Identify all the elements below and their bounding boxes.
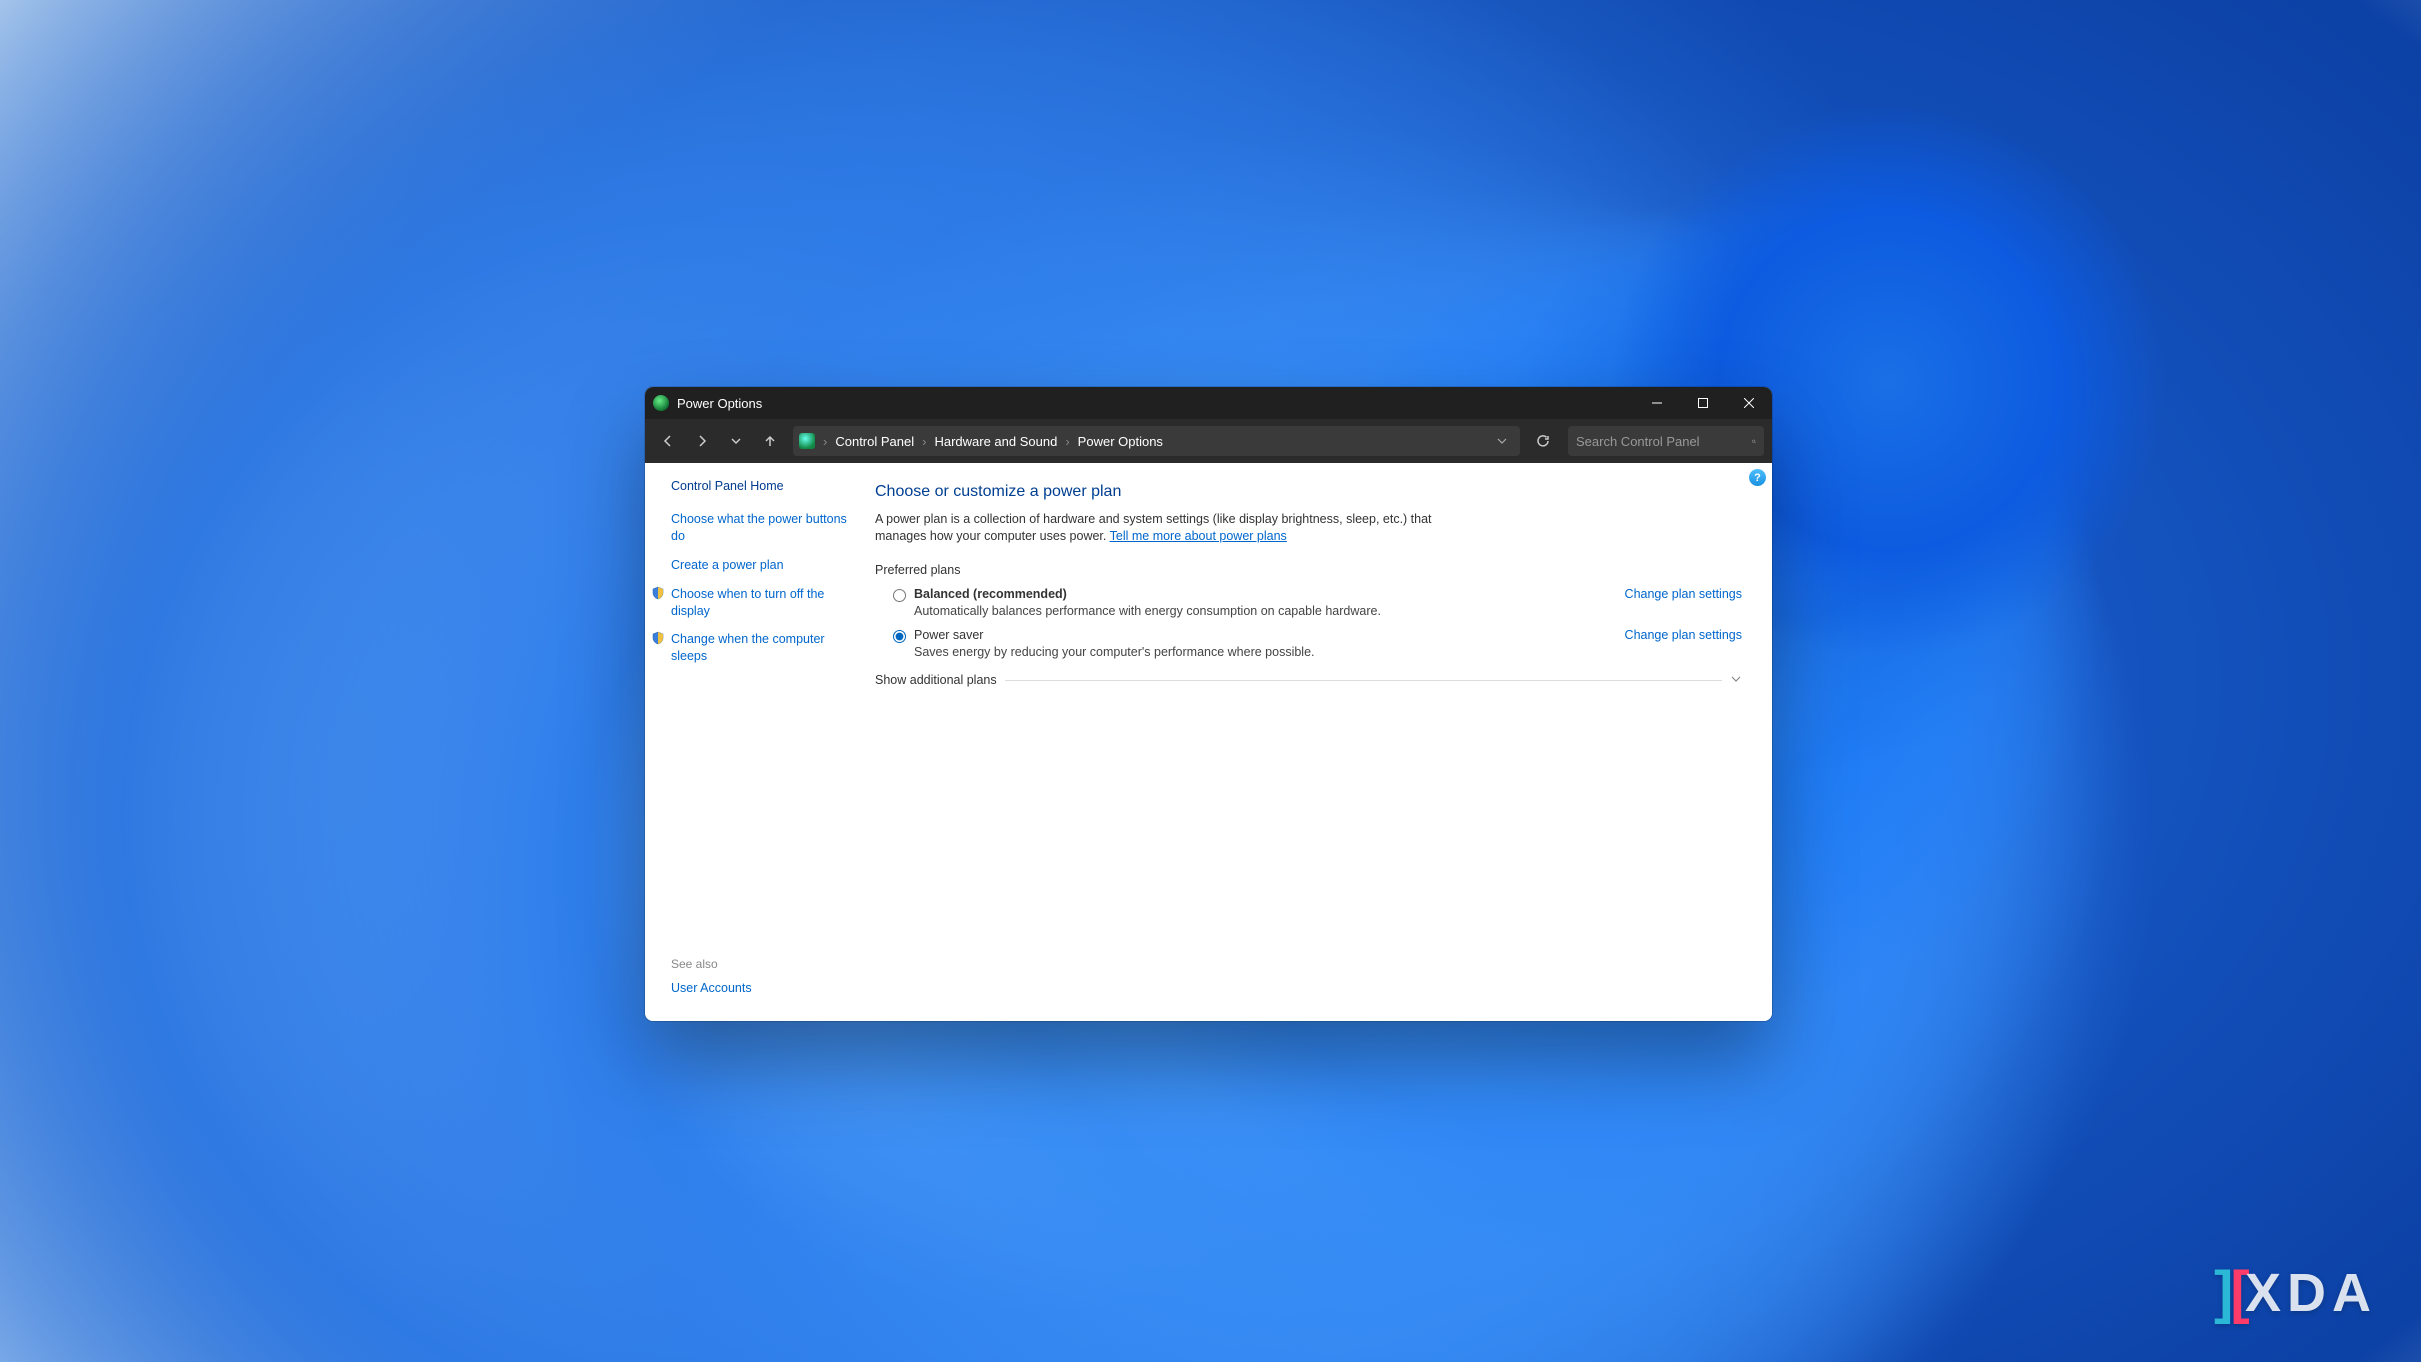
page-description: A power plan is a collection of hardware… (875, 511, 1455, 545)
sidebar-link-label: Create a power plan (671, 557, 784, 574)
sidebar-link-power-buttons[interactable]: Choose what the power buttons do (671, 511, 853, 545)
sidebar-link-computer-sleeps[interactable]: Change when the computer sleeps (671, 631, 853, 665)
control-panel-window: Power Options › Control Panel › (645, 387, 1772, 1021)
xda-watermark: [[ XDA (2230, 1259, 2377, 1326)
address-bar[interactable]: › Control Panel › Hardware and Sound › P… (793, 426, 1520, 456)
window-title: Power Options (677, 396, 762, 411)
expander-label: Show additional plans (875, 673, 997, 687)
titlebar[interactable]: Power Options (645, 387, 1772, 419)
address-dropdown-button[interactable] (1490, 436, 1514, 446)
search-box[interactable] (1568, 426, 1764, 456)
close-button[interactable] (1726, 387, 1772, 419)
sidebar-link-user-accounts[interactable]: User Accounts (671, 981, 853, 995)
preferred-plans-label: Preferred plans (875, 563, 1742, 577)
plan-power-saver: Power saver Saves energy by reducing you… (875, 628, 1742, 659)
sidebar-link-display-off[interactable]: Choose when to turn off the display (671, 586, 853, 620)
content-area: Control Panel Home Choose what the power… (645, 463, 1772, 1021)
sidebar: Control Panel Home Choose what the power… (645, 463, 865, 1021)
power-options-icon (653, 395, 669, 411)
shield-icon (651, 586, 665, 600)
blank-icon (651, 557, 665, 571)
plan-name[interactable]: Power saver (914, 628, 1605, 642)
navigation-bar: › Control Panel › Hardware and Sound › P… (645, 419, 1772, 463)
help-icon[interactable]: ? (1749, 469, 1766, 486)
sidebar-link-label: Choose what the power buttons do (671, 511, 853, 545)
divider (1005, 680, 1722, 681)
back-button[interactable] (653, 426, 683, 456)
blank-icon (651, 511, 665, 525)
breadcrumb-control-panel[interactable]: Control Panel (831, 434, 918, 449)
minimize-button[interactable] (1634, 387, 1680, 419)
plan-name[interactable]: Balanced (recommended) (914, 587, 1605, 601)
chevron-right-icon[interactable]: › (920, 434, 928, 449)
search-input[interactable] (1576, 434, 1752, 449)
plan-power-saver-radio[interactable] (893, 630, 906, 643)
plan-balanced: Balanced (recommended) Automatically bal… (875, 587, 1742, 618)
control-panel-icon (799, 433, 815, 449)
chevron-right-icon[interactable]: › (821, 434, 829, 449)
change-plan-settings-link[interactable]: Change plan settings (1625, 628, 1742, 642)
up-button[interactable] (755, 426, 785, 456)
watermark-text: XDA (2245, 1262, 2377, 1324)
recent-dropdown-button[interactable] (721, 426, 751, 456)
chevron-right-icon[interactable]: › (1063, 434, 1071, 449)
main-panel: ? Choose or customize a power plan A pow… (865, 463, 1772, 1021)
breadcrumb-power-options[interactable]: Power Options (1074, 434, 1167, 449)
xda-logo-icon: [[ (2230, 1259, 2233, 1326)
search-icon (1752, 435, 1756, 448)
plan-description: Automatically balances performance with … (914, 604, 1605, 618)
sidebar-link-label: Change when the computer sleeps (671, 631, 853, 665)
maximize-button[interactable] (1680, 387, 1726, 419)
forward-button[interactable] (687, 426, 717, 456)
sidebar-link-label: Choose when to turn off the display (671, 586, 853, 620)
chevron-down-icon (1730, 673, 1742, 688)
refresh-button[interactable] (1528, 426, 1558, 456)
show-additional-plans-expander[interactable]: Show additional plans (875, 673, 1742, 688)
shield-icon (651, 631, 665, 645)
see-also-label: See also (671, 957, 853, 971)
breadcrumb-hardware-sound[interactable]: Hardware and Sound (930, 434, 1061, 449)
page-title: Choose or customize a power plan (875, 483, 1742, 501)
plan-balanced-radio[interactable] (893, 589, 906, 602)
more-info-link[interactable]: Tell me more about power plans (1110, 529, 1287, 543)
control-panel-home-link[interactable]: Control Panel Home (671, 479, 853, 493)
change-plan-settings-link[interactable]: Change plan settings (1625, 587, 1742, 601)
sidebar-link-create-plan[interactable]: Create a power plan (671, 557, 853, 574)
plan-description: Saves energy by reducing your computer's… (914, 645, 1605, 659)
